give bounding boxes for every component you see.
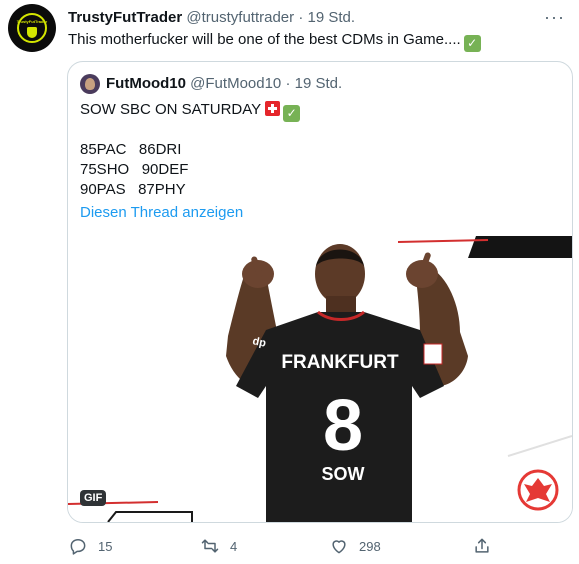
check-mark-icon: ✓ [283, 105, 301, 122]
check-mark-icon: ✓ [463, 35, 481, 52]
swiss-flag-icon [265, 101, 281, 116]
more-options-button[interactable]: ··· [544, 7, 565, 28]
quoted-headline: SOW SBC ON SATURDAY [80, 101, 262, 118]
player-gif-image: dp FRANKFURT 8 SOW [68, 236, 572, 522]
share-icon [475, 538, 489, 553]
separator: · [298, 9, 304, 26]
quoted-author-handle: @FutMood10 [190, 75, 282, 92]
tweet-actions-bar: 15 4 298 [0, 534, 579, 558]
reply-count: 15 [98, 538, 113, 554]
stats-line: 75SHO 90DEF [80, 161, 189, 178]
jersey-name-text: SOW [322, 464, 365, 484]
retweet-button[interactable]: 4 [200, 534, 237, 558]
tweet-header: TrustyFutTrader @trustyfuttrader · 19 St… [68, 9, 355, 26]
bg-grey-line [507, 435, 572, 457]
bg-dark-outline [107, 511, 193, 522]
quoted-tweet[interactable]: FutMood10 @FutMood10 · 19 Std. SOW SBC O… [67, 61, 573, 523]
like-count: 298 [359, 538, 381, 554]
reply-icon [70, 539, 86, 555]
author-name[interactable]: TrustyFutTrader [68, 9, 182, 26]
eintracht-crest-icon [517, 469, 559, 511]
quoted-author-name: FutMood10 [106, 75, 186, 92]
reply-button[interactable]: 15 [68, 534, 112, 558]
stats-line: 85PAC 86DRI [80, 141, 182, 158]
gif-badge: GIF [80, 490, 107, 506]
like-button[interactable]: 298 [329, 534, 381, 558]
author-avatar[interactable]: TrustyFutTrader [8, 4, 56, 52]
quoted-tweet-text: SOW SBC ON SATURDAY ✓ 85PAC 86DRI 75SHO 9… [80, 100, 301, 200]
stats-line: 90PAS 87PHY [80, 181, 186, 198]
retweet-icon [201, 539, 219, 553]
tweet-text: This motherfucker will be one of the bes… [68, 31, 481, 52]
jersey-club-text: FRANKFURT [281, 352, 399, 373]
heart-icon [332, 540, 346, 554]
avatar-shield-icon [27, 27, 37, 38]
retweet-count: 4 [230, 538, 238, 554]
tweet-body: This motherfucker will be one of the bes… [68, 31, 461, 48]
quoted-author-avatar [80, 74, 100, 94]
quoted-headline-line: SOW SBC ON SATURDAY ✓ [80, 100, 301, 122]
show-thread-link[interactable]: Diesen Thread anzeigen [80, 204, 243, 221]
bundesliga-badge-icon [423, 343, 443, 365]
quoted-tweet-time: 19 Std. [294, 75, 343, 92]
jersey-number-text: 8 [323, 386, 363, 466]
share-button[interactable] [472, 534, 492, 558]
quoted-separator: · [285, 75, 291, 92]
avatar-brand-text: TrustyFutTrader [16, 19, 48, 24]
tweet-time[interactable]: 19 Std. [307, 9, 355, 26]
gif-media[interactable]: dp FRANKFURT 8 SOW GIF [68, 236, 572, 522]
quoted-tweet-header: FutMood10 @FutMood10 · 19 Std. [106, 75, 342, 92]
author-handle[interactable]: @trustyfuttrader [186, 9, 294, 26]
